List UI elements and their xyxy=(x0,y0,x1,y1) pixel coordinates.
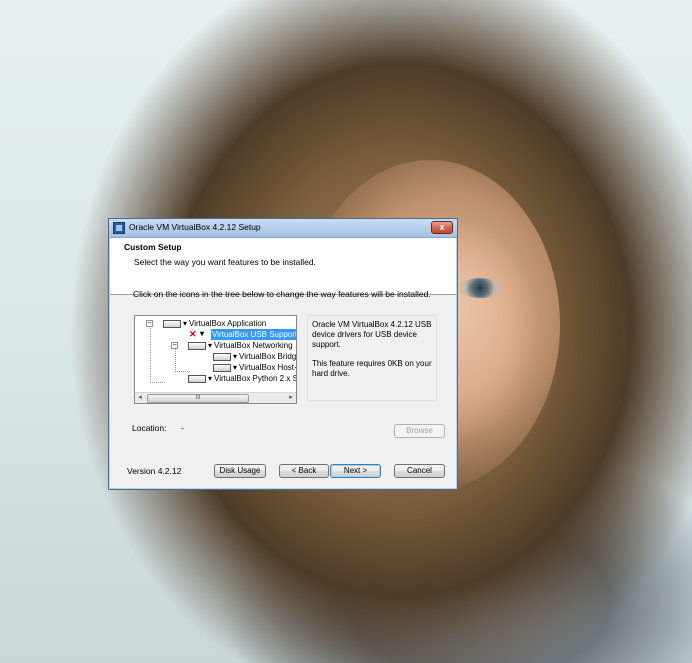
browse-button[interactable]: Browse xyxy=(394,424,445,438)
close-icon: x xyxy=(439,222,445,232)
title-bar[interactable]: Oracle VM VirtualBox 4.2.12 Setup x xyxy=(109,219,457,238)
description-text: Oracle VM VirtualBox 4.2.12 USB device d… xyxy=(312,320,432,349)
location-label: Location: xyxy=(132,423,167,433)
next-button[interactable]: Next > xyxy=(330,464,381,478)
drive-icon[interactable] xyxy=(163,318,187,329)
drive-icon[interactable] xyxy=(188,340,212,351)
drive-icon[interactable] xyxy=(188,373,212,384)
cancel-button[interactable]: Cancel xyxy=(394,464,445,478)
tree-item-label: VirtualBox Host-C xyxy=(239,363,297,372)
horizontal-scrollbar[interactable]: ◂ III ▸ xyxy=(135,392,296,403)
tree-item-label: VirtualBox Bridge xyxy=(239,352,297,361)
tree-item-virtualbox-application[interactable]: − VirtualBox Application xyxy=(137,318,296,329)
setup-dialog: Oracle VM VirtualBox 4.2.12 Setup x Cust… xyxy=(108,218,458,490)
feature-tree[interactable]: − VirtualBox Application ✕ VirtualBox US… xyxy=(134,315,297,404)
scroll-thumb[interactable]: III xyxy=(147,394,249,403)
drive-icon[interactable] xyxy=(213,351,237,362)
tree-item-label: VirtualBox Python 2.x Su xyxy=(214,374,297,383)
tree-item-label: VirtualBox USB Support xyxy=(211,329,297,340)
collapse-toggle[interactable]: − xyxy=(171,342,178,349)
instruction-text: Click on the icons in the tree below to … xyxy=(133,289,431,299)
collapse-toggle[interactable]: − xyxy=(146,320,153,327)
wallpaper-eye xyxy=(458,278,502,298)
virtualbox-app-icon xyxy=(113,222,125,234)
drive-icon[interactable] xyxy=(213,362,237,373)
tree-item-host-only[interactable]: VirtualBox Host-C xyxy=(137,362,297,373)
x-icon[interactable]: ✕ xyxy=(189,329,207,339)
scroll-left-icon[interactable]: ◂ xyxy=(135,393,145,403)
page-subtitle: Select the way you want features to be i… xyxy=(134,257,316,267)
tree-item-python[interactable]: VirtualBox Python 2.x Su xyxy=(137,373,297,384)
back-button[interactable]: < Back xyxy=(279,464,329,478)
header-banner: Custom Setup Select the way you want fea… xyxy=(110,238,456,295)
close-button[interactable]: x xyxy=(431,221,453,234)
location-value: - xyxy=(181,423,184,433)
window-title: Oracle VM VirtualBox 4.2.12 Setup xyxy=(129,222,261,232)
tree-item-label: VirtualBox Networking xyxy=(214,341,293,350)
tree-item-usb-support[interactable]: ✕ VirtualBox USB Support xyxy=(137,329,297,340)
version-label: Version 4.2.12 xyxy=(127,466,182,476)
tree-item-label: VirtualBox Application xyxy=(189,319,267,328)
page-title: Custom Setup xyxy=(124,242,182,252)
tree-item-networking[interactable]: − VirtualBox Networking xyxy=(137,340,296,351)
tree-item-bridge[interactable]: VirtualBox Bridge xyxy=(137,351,297,362)
disk-requirement-text: This feature requires 0KB on your hard d… xyxy=(312,359,432,378)
scroll-right-icon[interactable]: ▸ xyxy=(286,393,296,403)
feature-description: Oracle VM VirtualBox 4.2.12 USB device d… xyxy=(307,315,437,401)
disk-usage-button[interactable]: Disk Usage xyxy=(214,464,266,478)
